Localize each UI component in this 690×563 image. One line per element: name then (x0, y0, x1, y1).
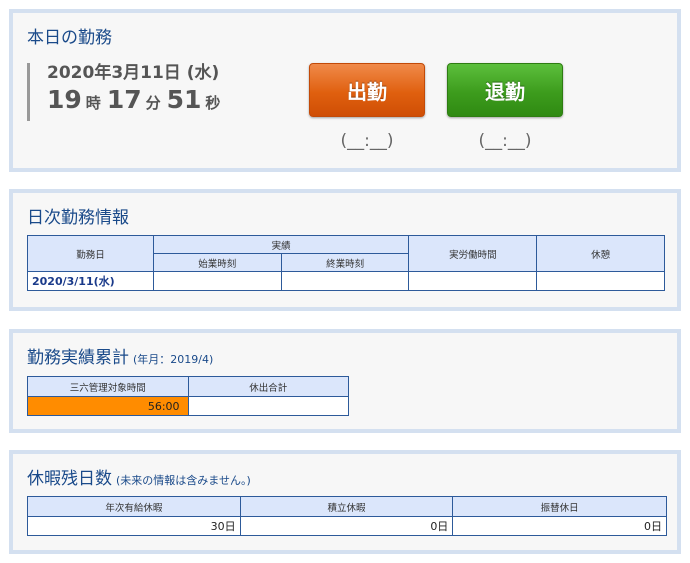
daily-panel: 日次勤務情報 勤務日 実績 実労働時間 休憩 始業時刻 終業時刻 2020/3/… (9, 189, 681, 311)
cumulative-title: 勤務実績累計 (年月：2019/4) (27, 343, 213, 368)
leave-panel: 休暇残日数 (未来の情報は含みません。) 年次有給休暇 積立休暇 振替休日 30日… (9, 450, 681, 554)
leave-table: 年次有給休暇 積立休暇 振替休日 30日 0日 0日 (27, 496, 667, 536)
cell-substitute-holiday: 0日 (452, 516, 667, 536)
header-annual-paid-leave: 年次有給休暇 (27, 496, 241, 517)
seconds-value: 51 (166, 85, 202, 114)
header-substitute-holiday: 振替休日 (452, 496, 667, 517)
cell-annual-paid-leave: 30日 (27, 516, 241, 536)
leave-subtitle: (未来の情報は含みません。) (116, 474, 251, 487)
header-start-time: 始業時刻 (152, 253, 282, 272)
cell-holiday-work-total (187, 396, 350, 416)
current-date: 2020年3月11日 (水) (47, 63, 220, 83)
current-clock: 2020年3月11日 (水) 19 時 17 分 51 秒 (27, 63, 226, 121)
table-row: 30日 0日 0日 (27, 516, 667, 536)
hours-unit: 時 (85, 94, 101, 112)
leave-title-text: 休暇残日数 (27, 469, 112, 489)
header-end-time: 終業時刻 (280, 253, 410, 272)
seconds-unit: 秒 (205, 94, 221, 112)
cell-36-managed-hours: 56:00 (27, 396, 189, 416)
clock-in-time: (__:__) (340, 131, 394, 151)
header-holiday-work-total: 休出合計 (187, 376, 350, 397)
header-break: 休憩 (536, 235, 665, 272)
cumulative-panel: 勤務実績累計 (年月：2019/4) 三六管理対象時間 休出合計 56:00 (9, 329, 681, 433)
current-time: 19 時 17 分 51 秒 (47, 86, 226, 117)
hours-value: 19 (47, 85, 82, 114)
cell-date: 2020/3/11(水) (27, 271, 154, 291)
today-title: 本日の勤務 (27, 28, 112, 48)
cumulative-subtitle: (年月：2019/4) (133, 353, 214, 366)
minutes-unit: 分 (145, 94, 161, 112)
leave-title: 休暇残日数 (未来の情報は含みません。) (27, 464, 251, 489)
table-row: 2020/3/11(水) (27, 271, 665, 291)
header-work-date: 勤務日 (27, 235, 154, 272)
clock-in-button[interactable]: 出勤 (309, 63, 425, 117)
minutes-value: 17 (106, 85, 142, 114)
cell-actual-hours (408, 271, 538, 291)
cell-start-time (152, 271, 282, 291)
daily-table: 勤務日 実績 実労働時間 休憩 始業時刻 終業時刻 2020/3/11(水) (27, 235, 665, 291)
clock-out-button[interactable]: 退勤 (447, 63, 563, 117)
cumulative-title-text: 勤務実績累計 (27, 348, 129, 368)
today-panel: 本日の勤務 2020年3月11日 (水) 19 時 17 分 51 秒 出勤 退勤 (__… (9, 9, 681, 172)
header-actual: 実績 (152, 235, 410, 254)
cumulative-table: 三六管理対象時間 休出合計 56:00 (27, 376, 350, 416)
header-actual-hours: 実労働時間 (408, 235, 538, 272)
cell-break (536, 271, 665, 291)
header-36-managed-hours: 三六管理対象時間 (27, 376, 189, 397)
clock-out-time: (__:__) (478, 131, 532, 151)
table-row: 56:00 (27, 396, 350, 416)
header-accumulated-leave: 積立休暇 (239, 496, 454, 517)
daily-title: 日次勤務情報 (27, 208, 129, 228)
cell-accumulated-leave: 0日 (239, 516, 454, 536)
cell-end-time (280, 271, 410, 291)
